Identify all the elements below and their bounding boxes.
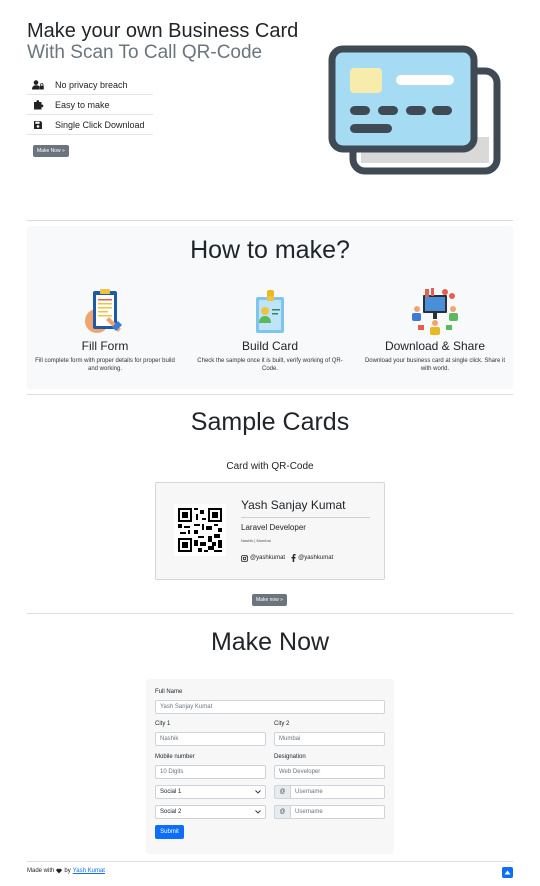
feature-label: Easy to make <box>55 99 110 110</box>
scroll-to-top-button[interactable] <box>502 867 513 878</box>
user-lock-icon <box>27 79 49 90</box>
social1-username-group: @ Username <box>274 785 385 799</box>
mobile-label: Mobile number <box>155 754 195 760</box>
footer: Made with by Yash Kumat <box>27 868 105 874</box>
feature-label: No privacy breach <box>55 79 128 90</box>
chevron-down-icon <box>255 810 261 814</box>
social2-select[interactable]: Social 2 <box>155 805 266 819</box>
card-divider <box>241 517 370 518</box>
page-title: Make your own Business Card <box>27 20 299 42</box>
card-role: Laravel Developer <box>241 523 306 532</box>
feature-item: Easy to make <box>27 95 153 115</box>
make-title: Make Now <box>210 628 330 656</box>
full-name-input[interactable]: Yash Sanjay Kumat <box>155 700 385 714</box>
step-title: Build Card <box>241 339 299 353</box>
city2-label: City 2 <box>274 721 290 727</box>
mobile-input[interactable]: 10 Digits <box>155 765 266 779</box>
designation-input[interactable]: Web Developer <box>274 765 385 779</box>
step-text: Download your business card at single cl… <box>364 358 506 372</box>
divider <box>27 394 513 395</box>
city1-input[interactable]: Nashik <box>155 732 266 746</box>
sample-subtitle: Card with QR-Code <box>226 461 314 472</box>
save-icon <box>27 120 49 130</box>
footer-divider <box>27 861 513 862</box>
share-people-icon <box>355 287 515 335</box>
step-download-share: Download & Share Download your business … <box>355 287 515 373</box>
make-now-sample-button[interactable]: Make now » <box>252 594 287 606</box>
full-name-label: Full Name <box>155 689 183 695</box>
card-social: @yashkumat @yashkumat <box>241 554 333 562</box>
social2-username-input[interactable]: Username <box>291 806 384 818</box>
step-title: Download & Share <box>384 339 486 353</box>
facebook-handle: @yashkumat <box>291 554 333 562</box>
card-location: Nashik | Mumbai <box>241 538 271 543</box>
divider <box>27 220 513 221</box>
step-build-card: Build Card Check the sample once it is b… <box>190 287 350 373</box>
instagram-handle: @yashkumat <box>241 554 285 562</box>
credit-card-illustration <box>328 45 503 180</box>
facebook-icon <box>291 554 296 562</box>
make-now-button[interactable]: Make Now » <box>33 145 69 157</box>
step-fill-form: Fill Form Fill complete form with proper… <box>25 287 185 373</box>
clipboard-form-icon <box>25 287 185 335</box>
page-subtitle: With Scan To Call QR-Code <box>27 42 263 63</box>
step-text: Fill complete form with proper details f… <box>35 358 175 372</box>
feature-item: No privacy breach <box>27 75 153 95</box>
card-name: Yash Sanjay Kumat <box>241 498 346 512</box>
at-prefix: @ <box>275 786 291 798</box>
divider <box>27 613 513 614</box>
social1-username-input[interactable]: Username <box>291 786 384 798</box>
submit-button[interactable]: Submit <box>155 825 184 839</box>
social1-select[interactable]: Social 1 <box>155 785 266 799</box>
designation-label: Designation <box>274 754 306 760</box>
step-title: Fill Form <box>81 339 129 353</box>
city2-input[interactable]: Mumbai <box>274 732 385 746</box>
at-prefix: @ <box>275 806 291 818</box>
puzzle-icon <box>27 99 49 110</box>
id-badge-icon <box>190 287 350 335</box>
author-link[interactable]: Yash Kumat <box>73 868 105 874</box>
city1-label: City 1 <box>155 721 171 727</box>
heart-icon <box>56 868 63 874</box>
sample-title: Sample Cards <box>190 408 350 436</box>
how-title: How to make? <box>190 236 350 264</box>
feature-label: Single Click Download <box>55 119 145 130</box>
instagram-icon <box>241 554 248 562</box>
social2-username-group: @ Username <box>274 805 385 819</box>
feature-item: Single Click Download <box>27 115 153 135</box>
chevron-down-icon <box>255 790 261 794</box>
step-text: Check the sample once it is built, verif… <box>197 358 343 372</box>
qr-code <box>174 504 226 556</box>
arrow-up-icon <box>504 870 511 875</box>
